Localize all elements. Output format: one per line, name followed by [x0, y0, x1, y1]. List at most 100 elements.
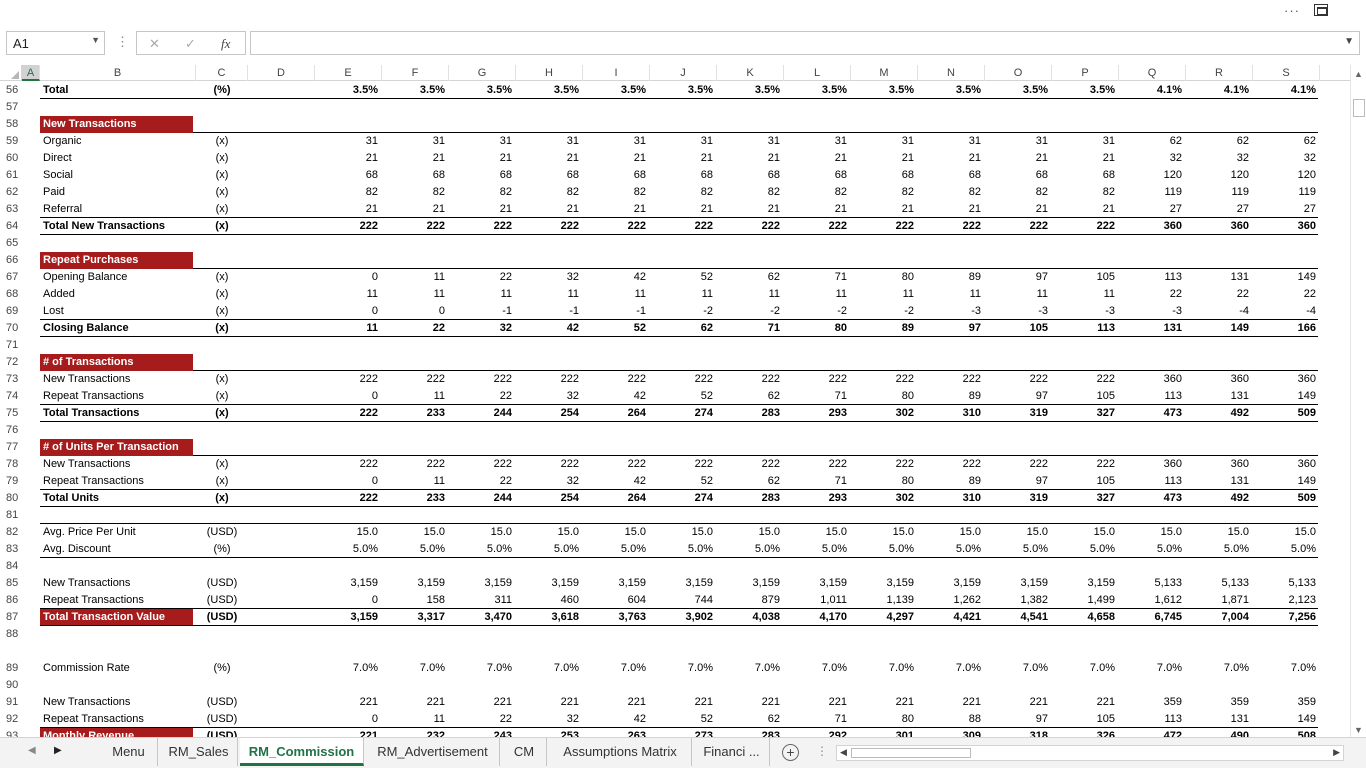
value-cell-o[interactable]: 97 — [985, 388, 1052, 405]
value-cell-g[interactable]: 5.0% — [449, 541, 516, 558]
row-number[interactable]: 58 — [0, 116, 22, 133]
value-cell-i[interactable]: 52 — [583, 320, 650, 337]
value-cell-k[interactable]: 5.0% — [717, 541, 784, 558]
value-cell-p[interactable]: 1,499 — [1052, 592, 1119, 609]
value-cell-e[interactable]: 11 — [315, 320, 382, 337]
value-cell-n[interactable]: 89 — [918, 269, 985, 286]
value-cell-r[interactable]: 359 — [1186, 694, 1253, 711]
value-cell-l[interactable]: 71 — [784, 473, 851, 490]
value-cell-h[interactable]: 222 — [516, 218, 583, 235]
value-cell-q[interactable]: 7.0% — [1119, 660, 1186, 677]
value-cell-s[interactable]: 508 — [1253, 728, 1320, 737]
sheet-tab-assumptions-matrix[interactable]: Assumptions Matrix — [549, 738, 692, 766]
value-cell-l[interactable]: 82 — [784, 184, 851, 201]
row-label-cell[interactable]: Repeat Purchases — [40, 252, 193, 269]
unit-cell[interactable]: (USD) — [196, 609, 248, 626]
value-cell-l[interactable]: 1,011 — [784, 592, 851, 609]
vertical-scroll-thumb[interactable] — [1353, 99, 1365, 117]
value-cell-e[interactable]: 11 — [315, 286, 382, 303]
value-cell-h[interactable]: 3.5% — [516, 82, 583, 99]
value-cell-f[interactable]: 158 — [382, 592, 449, 609]
value-cell-k[interactable]: 222 — [717, 456, 784, 473]
value-cell-g[interactable]: 11 — [449, 286, 516, 303]
row-number[interactable]: 70 — [0, 320, 22, 337]
value-cell-k[interactable]: 11 — [717, 286, 784, 303]
value-cell-n[interactable]: 82 — [918, 184, 985, 201]
row-label-cell[interactable]: Direct — [40, 150, 193, 167]
value-cell-s[interactable]: 27 — [1253, 201, 1320, 218]
value-cell-r[interactable]: 5.0% — [1186, 541, 1253, 558]
value-cell-n[interactable]: 222 — [918, 456, 985, 473]
value-cell-f[interactable]: 233 — [382, 405, 449, 422]
value-cell-h[interactable]: 460 — [516, 592, 583, 609]
value-cell-q[interactable]: 113 — [1119, 269, 1186, 286]
value-cell-k[interactable]: 3.5% — [717, 82, 784, 99]
value-cell-j[interactable]: 82 — [650, 184, 717, 201]
value-cell-f[interactable]: 15.0 — [382, 524, 449, 541]
value-cell-j[interactable]: -2 — [650, 303, 717, 320]
row-label-cell[interactable]: New Transactions — [40, 456, 193, 473]
value-cell-f[interactable]: 232 — [382, 728, 449, 737]
value-cell-p[interactable]: 221 — [1052, 694, 1119, 711]
value-cell-h[interactable]: 21 — [516, 150, 583, 167]
value-cell-e[interactable]: 0 — [315, 269, 382, 286]
value-cell-i[interactable]: 15.0 — [583, 524, 650, 541]
scroll-up-icon[interactable]: ▲ — [1354, 69, 1363, 79]
value-cell-f[interactable]: 22 — [382, 320, 449, 337]
scroll-left-icon[interactable]: ◀ — [840, 747, 847, 758]
row-number[interactable]: 93 — [0, 728, 22, 737]
row-number[interactable]: 57 — [0, 99, 22, 116]
value-cell-q[interactable]: 360 — [1119, 371, 1186, 388]
name-box[interactable]: A1 ▼ — [6, 31, 105, 55]
value-cell-h[interactable]: 254 — [516, 490, 583, 507]
value-cell-k[interactable]: 283 — [717, 728, 784, 737]
column-header-d[interactable]: D — [248, 65, 315, 81]
value-cell-e[interactable]: 0 — [315, 711, 382, 728]
value-cell-s[interactable]: 2,123 — [1253, 592, 1320, 609]
value-cell-l[interactable]: 292 — [784, 728, 851, 737]
value-cell-n[interactable]: 31 — [918, 133, 985, 150]
value-cell-g[interactable]: 3,159 — [449, 575, 516, 592]
value-cell-j[interactable]: 52 — [650, 473, 717, 490]
value-cell-m[interactable]: 222 — [851, 456, 918, 473]
row-number[interactable]: 61 — [0, 167, 22, 184]
value-cell-g[interactable]: 21 — [449, 201, 516, 218]
value-cell-i[interactable]: 21 — [583, 201, 650, 218]
value-cell-i[interactable]: 42 — [583, 711, 650, 728]
value-cell-e[interactable]: 0 — [315, 303, 382, 320]
row-number[interactable]: 78 — [0, 456, 22, 473]
unit-cell[interactable]: (x) — [196, 286, 248, 303]
value-cell-h[interactable]: 3,618 — [516, 609, 583, 626]
value-cell-h[interactable]: 254 — [516, 405, 583, 422]
enter-icon[interactable]: ✓ — [185, 36, 196, 52]
value-cell-i[interactable]: 31 — [583, 133, 650, 150]
value-cell-e[interactable]: 222 — [315, 405, 382, 422]
value-cell-o[interactable]: 31 — [985, 133, 1052, 150]
unit-cell[interactable]: (%) — [196, 660, 248, 677]
row-number[interactable]: 60 — [0, 150, 22, 167]
value-cell-r[interactable]: 62 — [1186, 133, 1253, 150]
value-cell-r[interactable]: 492 — [1186, 490, 1253, 507]
value-cell-o[interactable]: 11 — [985, 286, 1052, 303]
column-header-m[interactable]: M — [851, 65, 918, 81]
column-header-f[interactable]: F — [382, 65, 449, 81]
horizontal-scroll-thumb[interactable] — [851, 748, 971, 758]
value-cell-m[interactable]: 82 — [851, 184, 918, 201]
value-cell-e[interactable]: 68 — [315, 167, 382, 184]
value-cell-p[interactable]: 7.0% — [1052, 660, 1119, 677]
unit-cell[interactable]: (x) — [196, 201, 248, 218]
value-cell-e[interactable]: 15.0 — [315, 524, 382, 541]
value-cell-i[interactable]: 221 — [583, 694, 650, 711]
value-cell-g[interactable]: 68 — [449, 167, 516, 184]
value-cell-k[interactable]: 222 — [717, 218, 784, 235]
value-cell-e[interactable]: 3,159 — [315, 609, 382, 626]
value-cell-i[interactable]: 7.0% — [583, 660, 650, 677]
value-cell-q[interactable]: 62 — [1119, 133, 1186, 150]
unit-cell[interactable] — [196, 439, 248, 456]
value-cell-j[interactable]: 21 — [650, 150, 717, 167]
value-cell-l[interactable]: 68 — [784, 167, 851, 184]
value-cell-q[interactable]: 6,745 — [1119, 609, 1186, 626]
row-label-cell[interactable]: Closing Balance — [40, 320, 193, 337]
value-cell-m[interactable]: 222 — [851, 371, 918, 388]
row-number[interactable]: 72 — [0, 354, 22, 371]
